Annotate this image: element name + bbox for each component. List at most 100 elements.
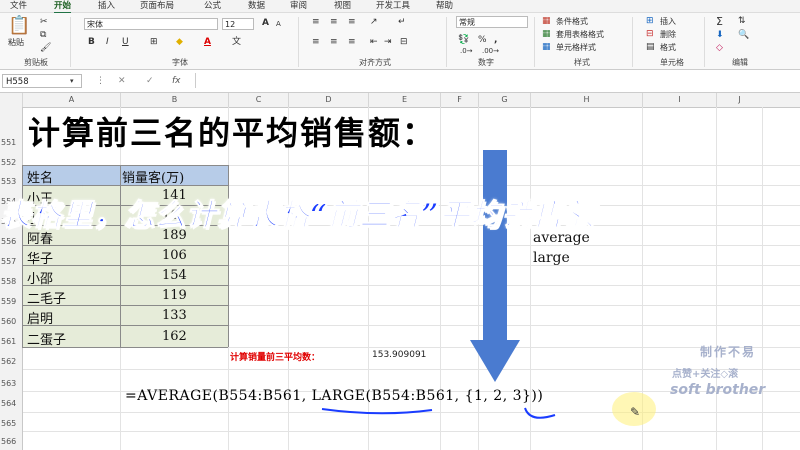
copy-icon[interactable]: ⧉ — [40, 30, 46, 41]
find-select-icon[interactable]: 🔍 — [738, 30, 749, 41]
format-cells-icon[interactable]: ▤ — [646, 42, 655, 53]
borders-icon[interactable]: ⊞ — [150, 37, 158, 48]
row-header[interactable]: 565 — [0, 419, 22, 428]
tab-formulas[interactable]: 公式 — [204, 0, 221, 12]
column-header[interactable]: A — [22, 93, 120, 107]
align-left-icon[interactable]: ≡ — [312, 37, 320, 48]
table-cell-name[interactable]: 二毛子 — [27, 288, 66, 307]
underline-button[interactable]: U — [122, 37, 129, 48]
row-header[interactable]: 561 — [0, 337, 22, 346]
table-cell-name[interactable]: 华子 — [27, 248, 53, 267]
row-header[interactable]: 563 — [0, 379, 22, 388]
font-name-select[interactable]: 宋体 — [84, 18, 218, 30]
align-bottom-icon[interactable]: ≡ — [348, 17, 356, 28]
sort-filter-icon[interactable]: ⇅ — [738, 16, 746, 27]
align-center-icon[interactable]: ≡ — [330, 37, 338, 48]
tab-page-layout[interactable]: 页面布局 — [140, 0, 174, 12]
table-cell-name[interactable]: 小邵 — [27, 268, 53, 287]
shrink-font-icon[interactable]: A — [276, 19, 281, 30]
row-header[interactable]: 559 — [0, 297, 22, 306]
paste-button[interactable]: 粘贴 — [8, 37, 24, 48]
conditional-format-button[interactable]: 条件格式 — [556, 16, 588, 27]
row-header[interactable]: 556 — [0, 237, 22, 246]
format-cells-button[interactable]: 格式 — [660, 42, 676, 53]
row-header[interactable]: 566 — [0, 437, 22, 446]
formula-options-icon[interactable]: ⋮ — [96, 76, 105, 87]
name-box-dropdown-icon[interactable]: ▾ — [70, 76, 74, 87]
column-header[interactable]: F — [440, 93, 478, 107]
table-cell-name[interactable]: 二蛋子 — [27, 329, 66, 348]
table-cell-value[interactable]: 133 — [162, 308, 187, 323]
column-header[interactable]: D — [288, 93, 368, 107]
tab-insert[interactable]: 插入 — [98, 0, 115, 12]
table-format-icon[interactable]: ▦ — [542, 29, 551, 40]
cell-large-text[interactable]: large — [533, 250, 570, 266]
align-top-icon[interactable]: ≡ — [312, 17, 320, 28]
row-header[interactable]: 560 — [0, 317, 22, 326]
column-header[interactable]: G — [478, 93, 530, 107]
tab-data[interactable]: 数据 — [248, 0, 265, 12]
merge-cells-icon[interactable]: ⊟ — [400, 37, 408, 48]
clear-icon[interactable]: ◇ — [716, 43, 723, 54]
row-header[interactable]: 553 — [0, 177, 22, 186]
format-as-table-button[interactable]: 套用表格格式 — [556, 29, 604, 40]
fill-icon[interactable]: ⬇ — [716, 30, 724, 41]
percent-button[interactable]: % — [478, 35, 487, 46]
tab-view[interactable]: 视图 — [334, 0, 351, 12]
fill-color-icon[interactable]: ◆ — [176, 37, 183, 48]
cell-styles-button[interactable]: 单元格样式 — [556, 42, 596, 53]
cut-icon[interactable]: ✂ — [40, 17, 48, 28]
increase-decimal-icon[interactable]: .0→ — [460, 46, 473, 57]
tab-home[interactable]: 开始 — [54, 0, 72, 14]
tab-developer[interactable]: 开发工具 — [376, 0, 410, 12]
table-cell-value[interactable]: 162 — [162, 329, 187, 344]
grow-font-icon[interactable]: A — [262, 18, 269, 29]
font-size-select[interactable]: 12 — [222, 18, 254, 30]
font-color-icon[interactable]: A — [204, 37, 211, 48]
row-header[interactable]: 551 — [0, 138, 22, 147]
column-header[interactable]: E — [368, 93, 440, 107]
tab-help[interactable]: 帮助 — [436, 0, 453, 12]
indent-icon[interactable]: ⇤ — [370, 37, 378, 48]
row-header[interactable]: 557 — [0, 257, 22, 266]
cell-styles-icon[interactable]: ▦ — [542, 42, 551, 53]
italic-button[interactable]: I — [106, 37, 109, 48]
table-cell-value[interactable]: 154 — [162, 268, 187, 283]
decrease-decimal-icon[interactable]: .00→ — [482, 46, 499, 57]
autosum-button[interactable]: Σ — [716, 16, 723, 27]
column-header[interactable]: C — [228, 93, 288, 107]
formula-input[interactable] — [195, 73, 796, 88]
row-header[interactable]: 562 — [0, 357, 22, 366]
insert-function-icon[interactable]: fx — [172, 76, 181, 87]
table-cell-name[interactable]: 启明 — [27, 308, 53, 327]
delete-cells-button[interactable]: 删除 — [660, 29, 676, 40]
cancel-icon[interactable]: ✕ — [118, 76, 126, 87]
result-label[interactable]: 计算销量前三平均数： — [230, 350, 320, 363]
insert-cells-button[interactable]: 插入 — [660, 16, 676, 27]
column-header[interactable]: I — [642, 93, 716, 107]
tab-file[interactable]: 文件 — [10, 0, 27, 12]
row-header[interactable]: 552 — [0, 158, 22, 167]
format-painter-icon[interactable]: 🖌 — [40, 43, 51, 54]
row-header[interactable]: 558 — [0, 277, 22, 286]
tab-review[interactable]: 审阅 — [290, 0, 307, 12]
column-header[interactable]: B — [120, 93, 228, 107]
delete-cells-icon[interactable]: ⊟ — [646, 29, 654, 40]
outdent-icon[interactable]: ⇥ — [384, 37, 392, 48]
wrap-text-icon[interactable]: ↵ — [398, 17, 406, 28]
phonetic-icon[interactable]: 文 — [232, 37, 241, 48]
conditional-format-icon[interactable]: ▦ — [542, 16, 551, 27]
column-header[interactable]: H — [530, 93, 642, 107]
number-format-select[interactable]: 常规 — [456, 16, 528, 28]
formula-text[interactable]: =AVERAGE(B554:B561, LARGE(B554:B561, {1,… — [125, 388, 543, 404]
comma-button[interactable]: , — [494, 35, 497, 46]
bold-button[interactable]: B — [88, 37, 95, 48]
align-right-icon[interactable]: ≡ — [348, 37, 356, 48]
insert-cells-icon[interactable]: ⊞ — [646, 16, 654, 27]
enter-icon[interactable]: ✓ — [146, 76, 154, 87]
paste-icon[interactable]: 📋 — [8, 17, 30, 35]
table-cell-value[interactable]: 119 — [162, 288, 187, 303]
orientation-icon[interactable]: ↗ — [370, 17, 378, 28]
row-header[interactable]: 564 — [0, 399, 22, 408]
result-value[interactable]: 153.909091 — [372, 350, 426, 360]
